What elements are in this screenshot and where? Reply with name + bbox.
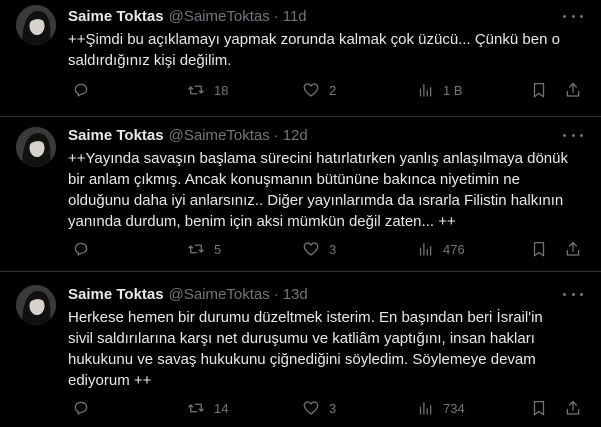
tweet-text: Herkese hemen bir durumu düzeltmek ister… <box>68 309 543 389</box>
separator: · <box>273 285 279 303</box>
repost-icon <box>188 244 204 254</box>
repost-count: 5 <box>214 241 222 257</box>
heart-icon <box>303 83 319 97</box>
tweet[interactable]: Saime Toktas @SaimeToktas · 11d ++Şimdi … <box>0 0 601 117</box>
tweet[interactable]: Saime Toktas @SaimeToktas · 12d ++Yayınd… <box>0 117 601 272</box>
reply-icon <box>74 242 88 256</box>
like-button[interactable]: 2 <box>302 81 336 99</box>
repost-icon <box>188 403 204 413</box>
heart-icon <box>303 242 319 256</box>
reply-button[interactable] <box>72 81 99 99</box>
more-dots-icon[interactable] <box>563 8 583 24</box>
separator: · <box>273 7 279 25</box>
views-button[interactable]: 476 <box>416 240 465 258</box>
repost-button[interactable]: 18 <box>187 81 228 99</box>
reply-button[interactable] <box>72 399 99 417</box>
timestamp[interactable]: 13d <box>283 286 308 303</box>
bookmark-icon <box>533 400 545 416</box>
reply-button[interactable] <box>72 240 99 258</box>
tweet-text: ++Şimdi bu açıklamayı yapmak zorunda kal… <box>68 31 560 69</box>
like-count: 3 <box>329 241 337 257</box>
like-count: 2 <box>329 82 337 98</box>
tweet-actions: 18 2 1 B <box>68 81 593 101</box>
author-handle[interactable]: @SaimeToktas <box>169 286 270 303</box>
bookmark-button[interactable] <box>530 240 548 258</box>
views-chart-icon <box>419 84 432 97</box>
like-button[interactable]: 3 <box>302 240 336 258</box>
author-handle[interactable]: @SaimeToktas <box>169 8 270 25</box>
tweet-header: Saime Toktas @SaimeToktas · 12d <box>68 125 308 145</box>
repost-icon <box>188 85 204 95</box>
reply-icon <box>74 401 88 415</box>
repost-count: 18 <box>214 82 229 98</box>
share-icon <box>566 82 580 97</box>
author-name[interactable]: Saime Toktas <box>68 127 164 144</box>
more-dots-icon[interactable] <box>563 127 583 143</box>
share-icon <box>566 400 580 415</box>
author-name[interactable]: Saime Toktas <box>68 8 164 25</box>
like-button[interactable]: 3 <box>302 399 336 417</box>
tweet-text: ++Yayında savaşın başlama sürecini hatır… <box>68 150 568 230</box>
views-chart-icon <box>419 243 432 256</box>
like-count: 3 <box>329 400 337 416</box>
bookmark-icon <box>533 82 545 98</box>
repost-button[interactable]: 5 <box>187 240 221 258</box>
timestamp[interactable]: 11d <box>283 8 307 25</box>
tweet-header: Saime Toktas @SaimeToktas · 13d <box>68 284 308 304</box>
repost-count: 14 <box>214 400 229 416</box>
share-button[interactable] <box>564 240 582 258</box>
views-count: 734 <box>443 400 465 416</box>
tweet-actions: 14 3 734 <box>68 399 593 419</box>
share-button[interactable] <box>564 81 582 99</box>
views-button[interactable]: 734 <box>416 399 465 417</box>
avatar[interactable] <box>16 5 56 45</box>
views-count: 476 <box>443 241 465 257</box>
views-chart-icon <box>419 402 432 415</box>
tweet-actions: 5 3 476 <box>68 240 593 260</box>
author-handle[interactable]: @SaimeToktas <box>169 127 270 144</box>
author-name[interactable]: Saime Toktas <box>68 286 164 303</box>
tweet[interactable]: Saime Toktas @SaimeToktas · 13d Herkese … <box>0 272 601 427</box>
bookmark-button[interactable] <box>530 81 548 99</box>
more-dots-icon[interactable] <box>563 286 583 302</box>
bookmark-button[interactable] <box>530 399 548 417</box>
views-button[interactable]: 1 B <box>416 81 463 99</box>
repost-button[interactable]: 14 <box>187 399 228 417</box>
avatar[interactable] <box>16 285 56 325</box>
timestamp[interactable]: 12d <box>283 127 308 144</box>
share-icon <box>566 241 580 256</box>
separator: · <box>273 126 279 144</box>
reply-icon <box>74 83 88 97</box>
share-button[interactable] <box>564 399 582 417</box>
avatar[interactable] <box>16 127 56 167</box>
tweet-header: Saime Toktas @SaimeToktas · 11d <box>68 6 307 26</box>
bookmark-icon <box>533 241 545 257</box>
views-count: 1 B <box>443 82 463 98</box>
heart-icon <box>303 401 319 415</box>
